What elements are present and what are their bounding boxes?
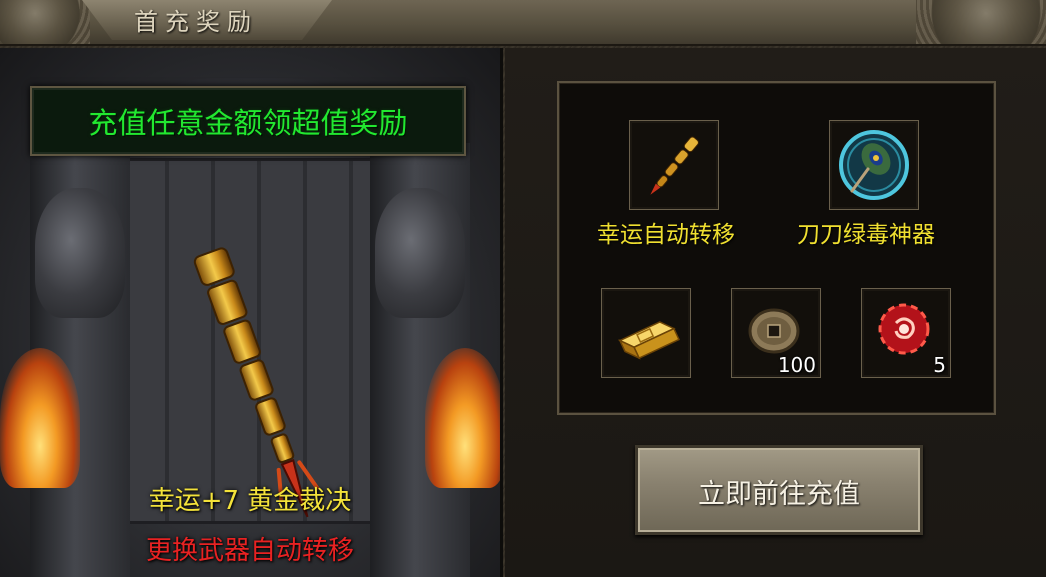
- title-ornament-left: [0, 0, 90, 44]
- title-bar: 首充奖励: [0, 0, 1046, 46]
- reward-count: 100: [777, 353, 816, 377]
- torch-fire-right: [425, 348, 500, 488]
- reward-slot-red-orb[interactable]: 5: [861, 288, 951, 378]
- reward-grid: 幸运自动转移 刀刀绿毒神器 100 5: [557, 81, 996, 415]
- reward-slot-gold-bar[interactable]: [601, 288, 691, 378]
- reward-label-lucky-transfer: 幸运自动转移: [597, 222, 735, 248]
- rewards-panel: 幸运自动转移 刀刀绿毒神器 100 5 立即前往充值: [505, 48, 1046, 577]
- recharge-now-label: 立即前往充值: [698, 479, 860, 510]
- gold-bar-icon: [618, 321, 680, 360]
- peacock-feather-icon: [839, 130, 909, 200]
- reward-slot-golden-sword[interactable]: [629, 120, 719, 210]
- first-recharge-window: 首充奖励 充值任意金额领超值奖励 幸运+7 黄金裁决 更换武器自动转移 幸运自动…: [0, 0, 1046, 577]
- window-title: 首充奖励: [134, 8, 258, 36]
- promo-banner: 充值任意金额领超值奖励: [30, 86, 466, 156]
- reward-slot-poison-artifact[interactable]: [829, 120, 919, 210]
- weapon-name: 幸运+7 黄金裁决: [148, 486, 352, 516]
- title-ornament-right: [916, 0, 1046, 44]
- dragon-statue-right: [375, 188, 465, 318]
- torch-fire-left: [0, 348, 80, 488]
- promo-banner-text: 充值任意金额领超值奖励: [88, 106, 408, 140]
- promo-art-panel: 充值任意金额领超值奖励 幸运+7 黄金裁决 更换武器自动转移: [0, 48, 503, 577]
- golden-sword-icon: [650, 136, 699, 195]
- recharge-now-button[interactable]: 立即前往充值: [635, 445, 923, 535]
- reward-count: 5: [933, 353, 946, 377]
- reward-label-poison-artifact: 刀刀绿毒神器: [797, 222, 935, 248]
- dragon-statue-left: [35, 188, 125, 318]
- reward-slot-coin[interactable]: 100: [731, 288, 821, 378]
- weapon-subtitle: 更换武器自动转移: [145, 536, 354, 566]
